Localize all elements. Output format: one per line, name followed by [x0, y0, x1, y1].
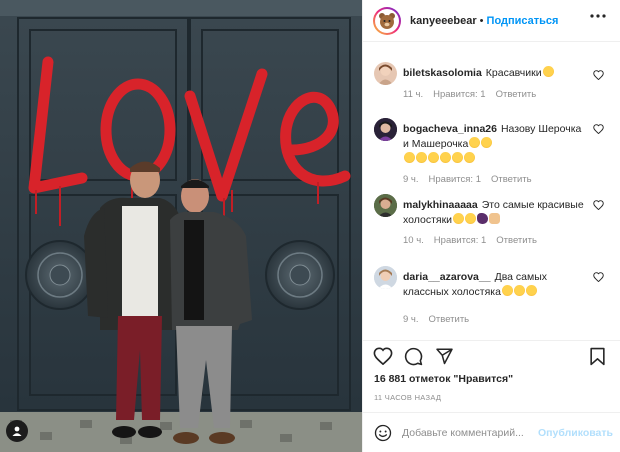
comment-username[interactable]: bogacheva_inna26 — [403, 123, 497, 135]
comment-avatar[interactable] — [374, 194, 397, 217]
comment-item: bogacheva_inna26 Назову Шерочка и Машероч… — [363, 114, 620, 190]
comment-body: Красавчики — [485, 67, 542, 79]
author-username[interactable]: kanyeeebear — [410, 15, 477, 27]
comment-item: daria__azarova__ Два самых классных холос… — [363, 256, 620, 325]
grinning-emoji-icon — [404, 152, 415, 163]
comment-text: bogacheva_inna26 Назову Шерочка и Машероч… — [403, 118, 586, 167]
grinning-emoji-icon — [452, 152, 463, 163]
comment-item: malykhinaaaaa Это самые красивые холостяк… — [363, 190, 620, 256]
header-separator: • — [479, 14, 484, 27]
post-header: kanyeeebear • Подписаться — [363, 0, 620, 42]
post-timestamp[interactable]: 11 ЧАСОВ НАЗАД — [374, 393, 441, 402]
comment-meta: 9 ч. Нравится: 1 Ответить — [403, 174, 586, 185]
heart-icon[interactable] — [373, 347, 393, 365]
grinning-emoji-icon — [464, 152, 475, 163]
post-actions — [363, 340, 620, 370]
bookmark-icon[interactable] — [589, 347, 606, 366]
comment-time[interactable]: 10 ч. — [403, 235, 424, 246]
user-tags-icon[interactable] — [6, 420, 28, 442]
likes-count[interactable]: 16 881 отметок "Нравится" — [374, 373, 513, 385]
heart-eyes-emoji-icon — [453, 213, 465, 224]
comment-item: biletskasolomia Красавчики 11 ч. Нравится:… — [363, 52, 620, 114]
reply-button[interactable]: Ответить — [496, 235, 537, 246]
comment-like-heart-icon[interactable] — [593, 70, 604, 80]
eggplant-emoji-icon — [477, 213, 489, 224]
reply-button[interactable]: Ответить — [491, 174, 532, 185]
smiley-icon[interactable] — [374, 424, 392, 442]
comment-meta: 9 ч. Ответить — [403, 314, 586, 325]
comment-input[interactable] — [402, 426, 532, 439]
ellipsis-icon[interactable] — [590, 14, 606, 18]
heart-eyes-emoji-icon — [465, 213, 477, 224]
follow-button[interactable]: Подписаться — [487, 15, 559, 27]
heart-eyes-emoji-icon — [542, 66, 554, 77]
heart-eyes-emoji-icon — [501, 285, 513, 296]
post-photo[interactable] — [0, 0, 362, 452]
comment-avatar[interactable] — [374, 118, 397, 141]
grinning-emoji-icon — [440, 152, 451, 163]
comment-time[interactable]: 9 ч. — [403, 314, 419, 325]
heart-eyes-emoji-icon — [525, 285, 537, 296]
comment-avatar[interactable] — [374, 266, 397, 289]
reply-button[interactable]: Ответить — [429, 314, 470, 325]
grinning-emoji-icon — [481, 137, 493, 148]
grinning-emoji-icon — [428, 152, 439, 163]
post-sidebar: kanyeeebear • Подписаться biletskasolomi… — [362, 0, 620, 452]
comment-text: malykhinaaaaa Это самые красивые холостяк… — [403, 194, 586, 228]
comment-likes[interactable]: Нравится: 1 — [434, 235, 486, 246]
comment-time[interactable]: 11 ч. — [403, 89, 423, 100]
comment-like-heart-icon[interactable] — [593, 124, 604, 134]
bear-avatar-icon — [379, 12, 395, 29]
heart-eyes-emoji-icon — [513, 285, 525, 296]
photo-scene — [0, 0, 362, 452]
comment-like-heart-icon[interactable] — [593, 200, 604, 210]
comment-icon[interactable] — [404, 347, 423, 366]
comments-list[interactable]: biletskasolomia Красавчики 11 ч. Нравится:… — [363, 52, 620, 342]
comment-meta: 10 ч. Нравится: 1 Ответить — [403, 235, 586, 246]
comment-likes[interactable]: Нравится: 1 — [433, 89, 485, 100]
comment-likes[interactable]: Нравится: 1 — [429, 174, 481, 185]
comment-username[interactable]: biletskasolomia — [403, 67, 482, 79]
author-avatar[interactable] — [373, 6, 401, 35]
comment-meta: 11 ч. Нравится: 1 Ответить — [403, 89, 586, 100]
comment-text: daria__azarova__ Два самых классных холос… — [403, 266, 586, 300]
comment-username[interactable]: daria__azarova__ — [403, 271, 491, 283]
raised-hand-emoji-icon — [489, 213, 501, 224]
grinning-emoji-icon — [469, 137, 481, 148]
publish-button[interactable]: Опубликовать — [538, 427, 613, 439]
grinning-emoji-icon — [416, 152, 427, 163]
comment-time[interactable]: 9 ч. — [403, 174, 419, 185]
reply-button[interactable]: Ответить — [496, 89, 537, 100]
comment-avatar[interactable] — [374, 62, 397, 85]
comment-username[interactable]: malykhinaaaaa — [403, 199, 478, 211]
comment-composer: Опубликовать — [363, 412, 620, 452]
comment-text: biletskasolomia Красавчики — [403, 62, 586, 81]
paper-plane-icon[interactable] — [435, 347, 454, 365]
comment-like-heart-icon[interactable] — [593, 272, 604, 282]
